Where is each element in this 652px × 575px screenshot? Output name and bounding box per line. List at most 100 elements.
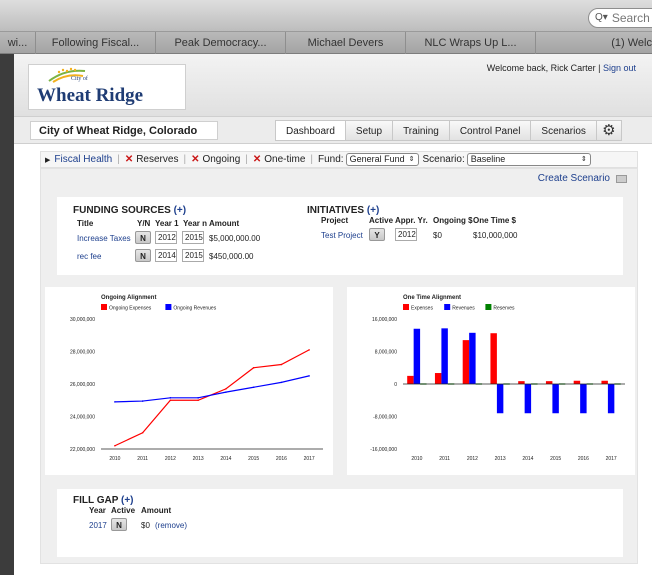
bar xyxy=(580,384,587,414)
col-yn: Y/N xyxy=(137,219,151,228)
legend-swatch xyxy=(165,304,172,310)
y-tick-label: -16,000,000 xyxy=(370,447,397,453)
browser-tab[interactable]: NLC Wraps Up L... xyxy=(406,32,536,54)
browser-search-field[interactable]: Q▾ Search xyxy=(588,8,652,28)
data-point xyxy=(280,363,283,366)
x-tick-label: 2015 xyxy=(248,456,259,462)
main-tabs: Dashboard Setup Training Control Panel S… xyxy=(275,120,622,141)
funding-sources-heading: FUNDING SOURCES xyxy=(73,205,171,216)
legend-label: Revenues xyxy=(452,306,475,312)
remove-x-icon[interactable]: ✕ xyxy=(253,154,261,165)
project-link[interactable]: Test Project xyxy=(321,231,363,240)
remove-x-icon[interactable]: ✕ xyxy=(125,154,133,165)
fill-gap-heading: FILL GAP xyxy=(73,495,119,506)
tab-scenarios[interactable]: Scenarios xyxy=(530,120,597,141)
fill-gap-year-link[interactable]: 2017 xyxy=(89,521,107,530)
welcome-message: Welcome back, Rick Carter | xyxy=(486,63,601,73)
one-time-value: $10,000,000 xyxy=(473,231,518,240)
one-time-filter[interactable]: One-time xyxy=(264,154,305,165)
col-appr-yr: Appr. Yr. xyxy=(395,216,428,225)
fund-select[interactable]: General Fund ⇕ xyxy=(345,153,419,166)
data-point xyxy=(169,397,172,399)
add-fill-gap-button[interactable]: (+) xyxy=(121,495,134,506)
browser-tab[interactable]: wi... xyxy=(0,32,36,54)
legend-swatch xyxy=(444,304,451,310)
col-year: Year xyxy=(89,506,106,515)
funding-row: Increase Taxes N 2012 2015 $5,000,000.00 xyxy=(57,231,307,247)
bar xyxy=(469,332,476,384)
browser-tab[interactable]: Michael Devers xyxy=(286,32,406,54)
legend-label: Expenses xyxy=(411,306,433,312)
expand-triangle-icon[interactable]: ▶ xyxy=(45,156,50,164)
divider: | xyxy=(245,154,248,165)
one-time-alignment-panel: One Time Alignment Expenses Revenues Reserv… xyxy=(347,287,635,475)
x-tick-label: 2012 xyxy=(165,456,176,462)
bar xyxy=(601,380,608,384)
y-tick-label: 16,000,000 xyxy=(372,317,397,323)
scenario-select[interactable]: Baseline ⇕ xyxy=(466,153,591,166)
yearn-field[interactable]: 2015 xyxy=(182,231,204,244)
bar xyxy=(407,375,414,384)
x-tick-label: 2013 xyxy=(193,456,204,462)
tab-training[interactable]: Training xyxy=(392,120,450,141)
remove-x-icon[interactable]: ✕ xyxy=(191,154,199,165)
legend-label: Reserves xyxy=(493,306,515,312)
bar xyxy=(490,333,497,384)
col-project: Project xyxy=(321,216,349,225)
data-point xyxy=(252,386,255,389)
remove-link[interactable]: (remove) xyxy=(155,521,187,530)
funding-title-link[interactable]: rec fee xyxy=(77,252,101,261)
ongoing-filter[interactable]: Ongoing xyxy=(202,154,240,165)
y-tick-label: 28,000,000 xyxy=(70,350,95,356)
funding-row: rec fee N 2014 2015 $450,000.00 xyxy=(57,249,307,265)
fiscal-health-link[interactable]: Fiscal Health xyxy=(54,154,112,165)
tab-setup[interactable]: Setup xyxy=(344,120,394,141)
funding-initiatives-panel: FUNDING SOURCES (+) Title Y/N Year 1 Yea… xyxy=(57,197,623,275)
data-point xyxy=(141,400,144,402)
add-funding-button[interactable]: (+) xyxy=(174,205,187,216)
fund-value: General Fund xyxy=(349,154,405,164)
amount-value: $450,000.00 xyxy=(209,252,254,261)
x-tick-label: 2017 xyxy=(304,456,315,462)
x-tick-label: 2011 xyxy=(137,456,148,462)
browser-tab-strip: wi... Following Fiscal... Peak Democracy… xyxy=(0,32,652,54)
x-tick-label: 2017 xyxy=(606,456,617,462)
bar xyxy=(573,380,581,384)
amount-value: $5,000,000.00 xyxy=(209,234,261,243)
create-scenario-link[interactable]: Create Scenario xyxy=(538,173,610,184)
active-toggle[interactable]: Y xyxy=(369,228,385,241)
initiatives-title: INITIATIVES (+) xyxy=(307,205,379,216)
add-initiative-button[interactable]: (+) xyxy=(367,205,380,216)
gear-icon[interactable]: ⚙ xyxy=(595,120,622,141)
yearn-field[interactable]: 2015 xyxy=(182,249,204,262)
tab-dashboard[interactable]: Dashboard xyxy=(275,120,346,141)
bar xyxy=(524,384,532,414)
col-ongoing: Ongoing $ xyxy=(433,216,473,225)
browser-tab[interactable]: Following Fiscal... xyxy=(36,32,156,54)
create-scenario[interactable]: Create Scenario xyxy=(538,173,627,184)
yn-toggle[interactable]: N xyxy=(135,249,151,262)
year1-field[interactable]: 2012 xyxy=(155,231,177,244)
city-logo[interactable]: City of Wheat Ridge xyxy=(28,64,186,110)
active-toggle[interactable]: N xyxy=(111,518,127,531)
scenario-value: Baseline xyxy=(470,154,506,164)
x-tick-label: 2013 xyxy=(495,456,506,462)
legend-swatch xyxy=(101,304,107,310)
browser-tab[interactable]: (1) Welc xyxy=(536,32,652,54)
browser-tab[interactable]: Peak Democracy... xyxy=(156,32,286,54)
tab-control-panel[interactable]: Control Panel xyxy=(448,120,532,141)
appr-year-field[interactable]: 2012 xyxy=(395,228,417,241)
initiatives-heading: INITIATIVES xyxy=(307,205,365,216)
reserves-filter[interactable]: Reserves xyxy=(136,154,178,165)
year1-field[interactable]: 2014 xyxy=(155,249,177,262)
fund-label: Fund: xyxy=(318,154,344,165)
sign-out-link[interactable]: Sign out xyxy=(603,63,636,73)
one-time-alignment-chart: One Time Alignment Expenses Revenues Reserv… xyxy=(370,295,625,462)
funding-title-link[interactable]: Increase Taxes xyxy=(77,234,131,243)
yn-toggle[interactable]: N xyxy=(135,231,151,244)
page: City of Wheat Ridge Welcome back, Rick C… xyxy=(14,54,652,575)
bar xyxy=(496,384,504,414)
logo-city-of: City of xyxy=(71,76,88,82)
col-amount: Amount xyxy=(209,219,240,228)
data-point xyxy=(197,397,199,399)
